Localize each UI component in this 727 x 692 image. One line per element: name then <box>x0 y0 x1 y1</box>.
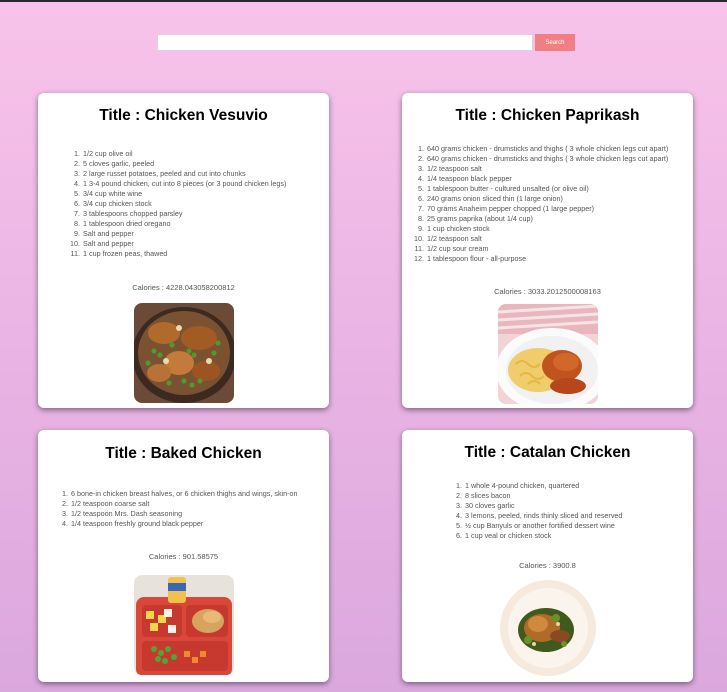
ingredient-list: 1. 1 whole 4-pound chicken, quartered 2. 8… <box>450 481 622 541</box>
ingredient-item: 9. 1 cup chicken stock <box>418 224 490 233</box>
recipe-card: Title : Chicken Paprikash 1. 640 grams ch… <box>402 93 693 408</box>
ingredient-item: 4. 3 lemons, peeled, rinds thinly sliced … <box>456 511 623 520</box>
ingredient-item: 5. 3/4 cup white wine <box>74 189 143 198</box>
search-button[interactable]: Search <box>535 34 575 51</box>
ingredient-item: 2. 5 cloves garlic, peeled <box>74 159 155 168</box>
ingredient-item: 10. 1/2 teaspoon salt <box>414 234 482 243</box>
ingredient-list: 1. 6 bone-in chicken breast halves, or 6 … <box>56 489 298 529</box>
ingredient-item: 2. 8 slices bacon <box>456 491 511 500</box>
ingredient-item: 3. 1/2 teaspoon salt <box>418 164 482 173</box>
calories-text: Calories : 4228.043058200812 <box>132 283 235 292</box>
ingredient-item: 11. 1 cup frozen peas, thawed <box>70 249 168 258</box>
calories-text: Calories : 3033.2012500008163 <box>494 287 601 296</box>
ingredient-item: 1. 640 grams chicken - drumsticks and thi… <box>418 144 669 153</box>
recipe-title: Title : Catalan Chicken <box>464 444 631 461</box>
ingredient-item: 5. ½ cup Banyuls or another fortified des… <box>456 521 615 530</box>
recipe-title: Title : Chicken Paprikash <box>455 107 640 124</box>
ingredient-item: 4. 1 3-4 pound chicken, cut into 8 pieces… <box>74 179 287 188</box>
ingredient-item: 6. 240 grams onion sliced thin (1 large o… <box>418 194 563 203</box>
ingredient-item: 2. 640 grams chicken - drumsticks and thi… <box>418 154 669 163</box>
chicken-vesuvio-photo <box>134 303 234 403</box>
ingredient-item: 6. 1 cup veal or chicken stock <box>456 531 552 540</box>
ingredient-item: 4. 1/4 teaspoon freshly ground black pepp… <box>62 519 204 528</box>
ingredient-item: 3. 2 large russet potatoes, peeled and cu… <box>74 169 246 178</box>
recipe-card: Title : Chicken Vesuvio 1. 1/2 cup olive … <box>38 93 329 408</box>
catalan-chicken-photo <box>498 578 598 678</box>
chicken-paprikash-photo <box>498 304 598 404</box>
ingredient-item: 7. 3 tablespoons chopped parsley <box>74 209 183 218</box>
ingredient-item: 3. 30 cloves garlic <box>456 501 515 510</box>
ingredient-item: 10. Salt and pepper <box>70 239 134 248</box>
recipe-card: Title : Baked Chicken 1. 6 bone-in chicke… <box>38 430 329 682</box>
ingredient-item: 7. 70 grams Anaheim pepper chopped (1 lar… <box>418 204 595 213</box>
ingredient-item: 3. 1/2 teaspoon Mrs. Dash seasoning <box>62 509 183 518</box>
baked-chicken-photo <box>134 575 234 675</box>
ingredient-item: 5. 1 tablespoon butter - cultured unsalte… <box>418 184 589 193</box>
search-input[interactable] <box>157 34 533 51</box>
ingredient-item: 8. 25 grams paprika (about 1/4 cup) <box>418 214 533 223</box>
ingredient-item: 11. 1/2 cup sour cream <box>414 244 489 253</box>
ingredient-item: 1. 1/2 cup olive oil <box>74 149 133 158</box>
ingredient-list: 1. 1/2 cup olive oil 2. 5 cloves garlic, p… <box>68 149 286 259</box>
recipe-card: Title : Catalan Chicken 1. 1 whole 4-poun… <box>402 430 693 682</box>
ingredient-item: 8. 1 tablespoon dried oregano <box>74 219 171 228</box>
recipe-title: Title : Baked Chicken <box>105 445 262 462</box>
calories-text: Calories : 3900.8 <box>519 561 576 570</box>
recipe-title: Title : Chicken Vesuvio <box>99 107 268 124</box>
ingredient-item: 1. 6 bone-in chicken breast halves, or 6 … <box>62 489 298 498</box>
ingredient-item: 1. 1 whole 4-pound chicken, quartered <box>456 481 580 490</box>
ingredient-item: 9. Salt and pepper <box>74 229 134 238</box>
calories-text: Calories : 901.58575 <box>148 552 219 561</box>
ingredient-item: 2. 1/2 teaspoon coarse salt <box>62 499 150 508</box>
search-bar: Search <box>157 34 575 51</box>
ingredient-item: 12. 1 tablespoon flour - all-purpose <box>414 254 527 263</box>
ingredient-list: 1. 640 grams chicken - drumsticks and thi… <box>412 144 668 264</box>
top-border <box>0 0 727 2</box>
ingredient-item: 4. 1/4 teaspoon black pepper <box>418 174 512 183</box>
ingredient-item: 6. 3/4 cup chicken stock <box>74 199 152 208</box>
